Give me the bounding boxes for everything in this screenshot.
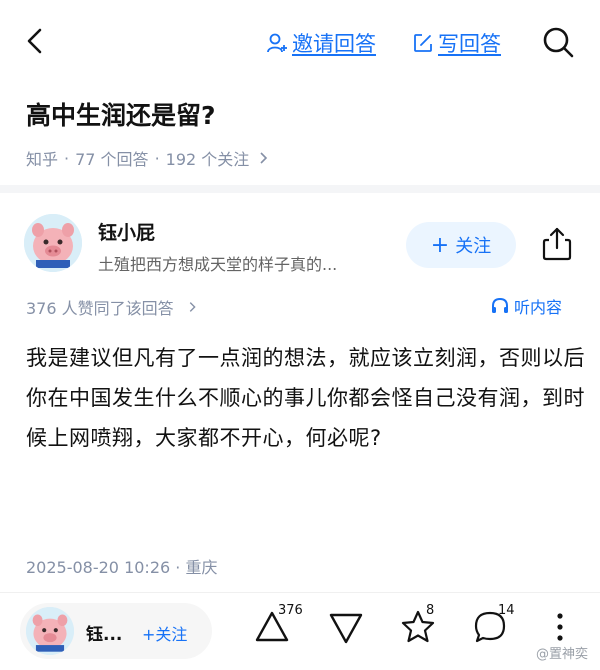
invite-user-icon	[267, 33, 287, 53]
headphones-icon	[492, 297, 508, 313]
upvote-count: 376	[278, 603, 303, 618]
more-button[interactable]	[540, 607, 580, 647]
search-icon	[543, 27, 574, 58]
question-title[interactable]: 高中生润还是留?	[26, 96, 216, 132]
listen-label: 听内容	[514, 298, 563, 317]
write-answer-label: 写回答	[438, 32, 501, 56]
author-name[interactable]: 钰小屁	[98, 218, 155, 245]
edit-icon	[414, 34, 432, 52]
more-dots-icon	[557, 613, 563, 641]
favorite-count: 8	[426, 603, 435, 618]
answers-count: 77 个回答	[75, 150, 149, 169]
chevron-left-icon	[27, 28, 42, 54]
author-mini-avatar[interactable]	[26, 607, 74, 655]
author-bio: 土殖把西方想成天堂的样子真的...	[98, 255, 338, 274]
search-button[interactable]	[540, 24, 576, 60]
answer-body: 我是建议但凡有了一点润的想法，就应该立刻润，否则以后你在中国发生什么不顺心的事儿…	[26, 346, 585, 450]
top-nav: 邀请回答 写回答	[0, 0, 600, 86]
watermark: @置神奕	[535, 647, 588, 662]
separator-dot: ·	[64, 148, 70, 168]
comment-count: 14	[498, 603, 515, 618]
source-label: 知乎	[26, 150, 59, 169]
listen-button[interactable]: 听内容	[490, 294, 562, 318]
follow-label: 关注	[455, 236, 492, 257]
likes-text: 376 人赞同了该回答	[26, 299, 174, 318]
share-button[interactable]	[540, 226, 574, 262]
answer-timestamp: 2025-08-20 10:26 · 重庆	[26, 558, 218, 577]
plus-icon: +	[430, 232, 450, 258]
bottom-action-bar: 钰... +关注 376 8 14 @置神奕	[0, 592, 600, 670]
downvote-button[interactable]	[326, 607, 366, 647]
followers-count: 192 个关注	[165, 150, 250, 169]
follow-button[interactable]: + 关注	[406, 222, 516, 268]
mini-follow-button[interactable]: +关注	[142, 621, 187, 645]
write-answer-button[interactable]: 写回答	[412, 28, 501, 58]
pig-avatar-icon	[24, 214, 82, 272]
chevron-right-icon	[189, 302, 196, 312]
invite-answer-label: 邀请回答	[292, 32, 376, 56]
back-button[interactable]	[18, 24, 52, 58]
chevron-right-icon	[260, 152, 268, 164]
section-divider	[0, 185, 600, 193]
downvote-triangle-icon	[329, 613, 363, 644]
separator-dot: ·	[154, 148, 160, 168]
question-meta[interactable]: 知乎 · 77 个回答 · 192 个关注	[26, 146, 271, 170]
invite-answer-button[interactable]: 邀请回答	[266, 28, 376, 58]
author-avatar[interactable]	[24, 214, 82, 272]
share-icon	[542, 227, 572, 261]
author-short-name: 钰...	[86, 625, 123, 645]
author-pill[interactable]: 钰... +关注	[20, 603, 212, 659]
likes-summary[interactable]: 376 人赞同了该回答	[26, 295, 199, 319]
pig-avatar-icon	[26, 607, 74, 655]
